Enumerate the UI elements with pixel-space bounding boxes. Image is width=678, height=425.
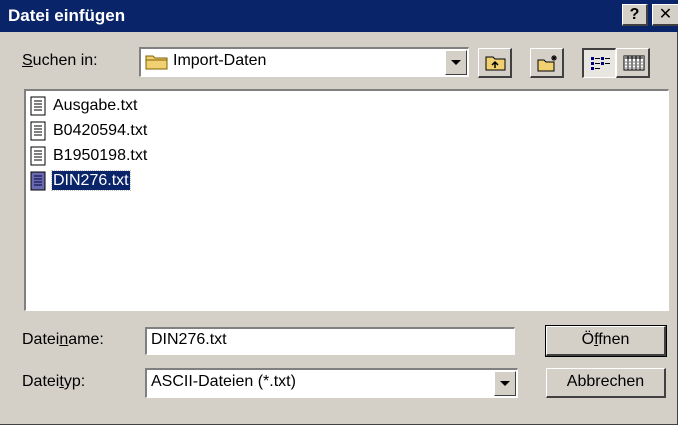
file-name: B0420594.txt <box>53 122 148 139</box>
list-view-icon <box>591 57 610 70</box>
open-label-pre: Ö <box>581 331 595 348</box>
details-view-icon <box>623 55 645 71</box>
file-name: DIN276.txt <box>51 170 131 191</box>
lookin-label: Suchen in: <box>22 52 98 70</box>
filename-input[interactable]: DIN276.txt <box>145 327 515 355</box>
filetype-dropdown[interactable]: ASCII-Dateien (*.txt) <box>145 368 518 398</box>
filename-label-pre: Datei <box>22 331 60 348</box>
file-list[interactable]: Ausgabe.txt B0420594.txt B1950198.txt DI… <box>24 89 669 311</box>
text-file-icon <box>30 121 46 141</box>
filetype-label-pre: Datei <box>22 373 60 390</box>
text-file-icon <box>30 96 46 116</box>
new-folder-button[interactable] <box>530 48 564 78</box>
filetype-dropdown-arrow[interactable] <box>494 371 516 396</box>
file-name: Ausgabe.txt <box>53 97 138 114</box>
lookin-dropdown-arrow[interactable] <box>445 50 467 75</box>
close-button[interactable]: ✕ <box>652 4 678 26</box>
filetype-label-post: yp: <box>63 373 86 390</box>
folder-up-icon <box>485 56 506 71</box>
lookin-label-post: uchen in: <box>32 52 98 69</box>
open-label-post: fnen <box>598 331 630 348</box>
window-title: Datei einfügen <box>8 6 126 25</box>
file-name: B1950198.txt <box>53 147 148 164</box>
cancel-button[interactable]: Abbrechen <box>546 368 666 398</box>
filename-value: DIN276.txt <box>151 331 227 348</box>
details-view-button[interactable] <box>616 48 650 78</box>
filetype-value: ASCII-Dateien (*.txt) <box>151 373 296 390</box>
filename-label-accel: n <box>59 331 69 348</box>
filetype-label: Dateityp: <box>22 373 85 391</box>
list-view-button[interactable] <box>582 48 616 78</box>
open-button[interactable]: Öffnen <box>545 325 667 357</box>
text-file-icon <box>30 146 46 166</box>
lookin-value: Import-Daten <box>173 52 267 69</box>
lookin-label-accel: S <box>22 52 33 69</box>
title-bar[interactable]: Datei einfügen ? ✕ <box>0 0 678 32</box>
help-button[interactable]: ? <box>622 4 648 26</box>
folder-icon <box>145 55 168 70</box>
file-insert-dialog: Datei einfügen ? ✕ Suchen in: Import-Dat… <box>0 0 678 425</box>
new-folder-icon <box>537 55 557 72</box>
text-file-icon <box>30 171 46 191</box>
up-one-level-button[interactable] <box>478 48 512 78</box>
filename-label: Dateiname: <box>22 331 104 349</box>
lookin-dropdown[interactable]: Import-Daten <box>139 47 469 77</box>
filename-label-post: ame: <box>68 331 104 348</box>
